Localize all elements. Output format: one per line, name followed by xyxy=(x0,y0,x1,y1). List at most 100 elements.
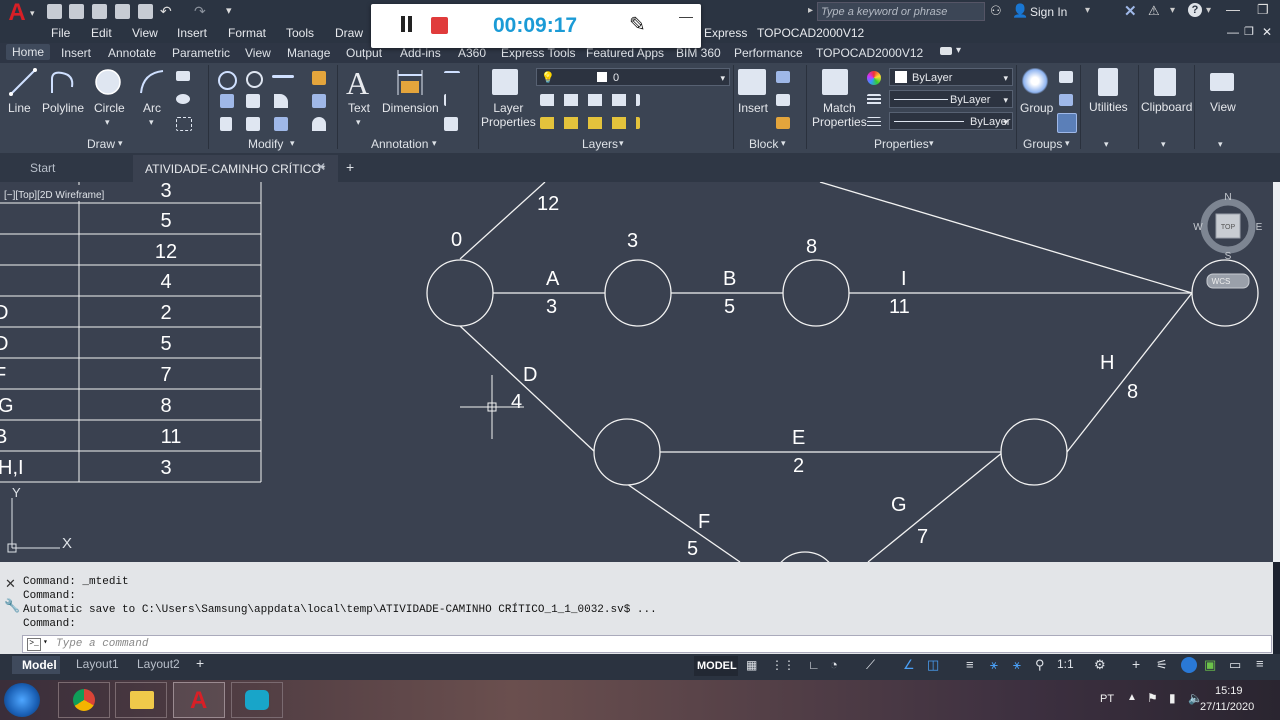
clipboard-icon[interactable] xyxy=(1154,68,1176,96)
tab-a360[interactable]: A360 xyxy=(458,46,486,60)
add-layout-plus-icon[interactable]: + xyxy=(196,655,204,671)
menu-edit[interactable]: Edit xyxy=(91,26,112,40)
arc-icon[interactable] xyxy=(137,67,167,97)
open-icon[interactable] xyxy=(69,4,84,19)
search-input[interactable]: Type a keyword or phrase xyxy=(817,2,985,21)
text-icon[interactable]: A xyxy=(346,65,369,102)
taskbar-autocad[interactable]: A xyxy=(173,682,225,718)
tab-performance[interactable]: Performance xyxy=(734,46,803,60)
annotation-visibility-icon[interactable]: ⚹ xyxy=(990,657,998,673)
insert-block-icon[interactable] xyxy=(738,69,766,95)
new-tab-plus-icon[interactable]: + xyxy=(346,159,354,175)
minimize-icon[interactable]: — xyxy=(1226,1,1240,17)
tab-express-tools[interactable]: Express Tools xyxy=(501,46,575,60)
search-expand-icon[interactable]: ▸ xyxy=(808,5,813,16)
annotation-scale-icon[interactable]: ⚲ xyxy=(1035,657,1045,673)
workspace-gear-icon[interactable]: ⚙ xyxy=(1094,657,1106,673)
panel-block-chevron-icon[interactable]: ▾ xyxy=(781,138,786,149)
circle-label[interactable]: Circle xyxy=(94,101,125,115)
autocad-logo-icon[interactable]: A xyxy=(4,1,30,25)
fillet-icon[interactable] xyxy=(274,94,288,108)
binoculars-icon[interactable]: ⚇ xyxy=(990,3,1002,19)
edit-attributes-icon[interactable] xyxy=(776,117,790,129)
doc-tab-close-icon[interactable]: ✕ xyxy=(316,160,326,174)
multileader-icon[interactable] xyxy=(444,71,460,83)
ribbon-toggle-chevron-icon[interactable]: ▾ xyxy=(956,45,961,56)
panel-draw-chevron-icon[interactable]: ▾ xyxy=(118,138,123,149)
group-selection-toggle-icon[interactable] xyxy=(1057,113,1077,133)
annotation-monitor-plus-icon[interactable]: + xyxy=(1132,656,1140,672)
ortho-icon[interactable]: ∟ xyxy=(808,658,820,672)
panel-draw-label[interactable]: Draw xyxy=(87,137,115,151)
tab-featured-apps[interactable]: Featured Apps xyxy=(586,46,664,60)
show-hidden-icons-icon[interactable]: ▲ xyxy=(1127,692,1137,703)
a360-chevron-icon[interactable]: ▾ xyxy=(1170,5,1175,16)
hatch-icon[interactable] xyxy=(176,94,190,104)
panel-groups-chevron-icon[interactable]: ▾ xyxy=(1065,138,1070,149)
autoscale-icon[interactable]: ⚹ xyxy=(1013,657,1021,673)
erase-icon[interactable] xyxy=(312,71,326,85)
utilities-label[interactable]: Utilities xyxy=(1089,100,1128,114)
region-icon[interactable] xyxy=(176,117,192,131)
menu-view[interactable]: View xyxy=(132,26,158,40)
color-dropdown[interactable]: ByLayer ▾ xyxy=(889,68,1013,86)
rectangle-icon[interactable] xyxy=(176,71,190,81)
panel-layers-label[interactable]: Layers xyxy=(582,137,618,151)
line-icon[interactable] xyxy=(8,67,38,97)
tab-manage[interactable]: Manage xyxy=(287,46,330,60)
polar-icon[interactable]: ◔ xyxy=(830,657,838,672)
ribbon-toggle-icon[interactable] xyxy=(940,47,952,55)
view-label[interactable]: View xyxy=(1210,100,1236,114)
offset-icon[interactable] xyxy=(312,117,326,131)
menu-file[interactable]: File xyxy=(51,26,70,40)
layer-properties-label[interactable]: Layer Properties xyxy=(481,101,536,129)
utilities-chevron-icon[interactable]: ▾ xyxy=(1104,139,1109,150)
undo-icon[interactable]: ↶ xyxy=(160,3,172,20)
save-icon[interactable] xyxy=(92,4,107,19)
leader-icon[interactable] xyxy=(444,94,462,106)
doc-tab-start[interactable]: Start xyxy=(30,161,55,175)
command-recent-chevron-icon[interactable]: ▾ xyxy=(43,637,48,647)
menu-tools[interactable]: Tools xyxy=(286,26,314,40)
doc-restore-icon[interactable]: ❐ xyxy=(1244,25,1254,38)
panel-groups-label[interactable]: Groups xyxy=(1023,137,1062,151)
tab-topocad[interactable]: TOPOCAD2000V12 xyxy=(816,46,923,60)
panel-modify-label[interactable]: Modify xyxy=(248,137,283,151)
tab-home[interactable]: Home xyxy=(6,44,51,60)
explode-icon[interactable] xyxy=(312,94,326,108)
save-as-icon[interactable] xyxy=(115,4,130,19)
sign-in-link[interactable]: Sign In xyxy=(1030,5,1067,19)
panel-annotation-label[interactable]: Annotation xyxy=(371,137,428,151)
taskbar-chrome[interactable] xyxy=(58,682,110,718)
layer-dropdown[interactable]: 💡 0 ▾ xyxy=(536,68,730,86)
copy-icon[interactable] xyxy=(220,94,234,108)
group-edit-icon[interactable] xyxy=(1059,94,1073,106)
panel-block-label[interactable]: Block xyxy=(749,137,778,151)
pause-icon[interactable] xyxy=(401,16,405,32)
polyline-icon[interactable] xyxy=(48,67,78,97)
taskbar-explorer[interactable] xyxy=(115,682,167,718)
app-menu-chevron-icon[interactable]: ▾ xyxy=(30,8,35,19)
pen-icon[interactable]: ✎ xyxy=(629,12,646,37)
redo-icon[interactable]: ↷ xyxy=(194,3,206,20)
network-icon[interactable]: ▮ xyxy=(1169,691,1176,705)
layout-tab-model[interactable]: Model xyxy=(12,656,60,674)
tab-bim360[interactable]: BIM 360 xyxy=(676,46,721,60)
menu-draw[interactable]: Draw xyxy=(335,26,363,40)
layer-tools-row-1[interactable] xyxy=(540,94,640,106)
panel-properties-chevron-icon[interactable]: ▾ xyxy=(929,138,934,149)
user-icon[interactable]: 👤 xyxy=(1012,3,1028,19)
drawing-canvas[interactable]: 3 5 12 4 2 5 7 8 11 3 D D F G B H,I [−][… xyxy=(0,182,1273,562)
restore-icon[interactable]: ❐ xyxy=(1257,2,1269,18)
panel-properties-label[interactable]: Properties xyxy=(874,137,929,151)
rotate-icon[interactable] xyxy=(246,71,263,88)
panel-annotation-chevron-icon[interactable]: ▾ xyxy=(432,138,437,149)
panel-modify-chevron-icon[interactable]: ▾ xyxy=(290,138,295,149)
tab-output[interactable]: Output xyxy=(346,46,382,60)
isodraft-icon[interactable]: ⟋ xyxy=(866,657,875,673)
polyline-label[interactable]: Polyline xyxy=(42,101,84,115)
qat-dropdown-icon[interactable]: ▾ xyxy=(226,4,232,17)
clipboard-chevron-icon[interactable]: ▾ xyxy=(1161,139,1166,150)
isolate-objects-icon[interactable] xyxy=(1181,657,1197,673)
calculator-icon[interactable] xyxy=(1098,68,1118,96)
